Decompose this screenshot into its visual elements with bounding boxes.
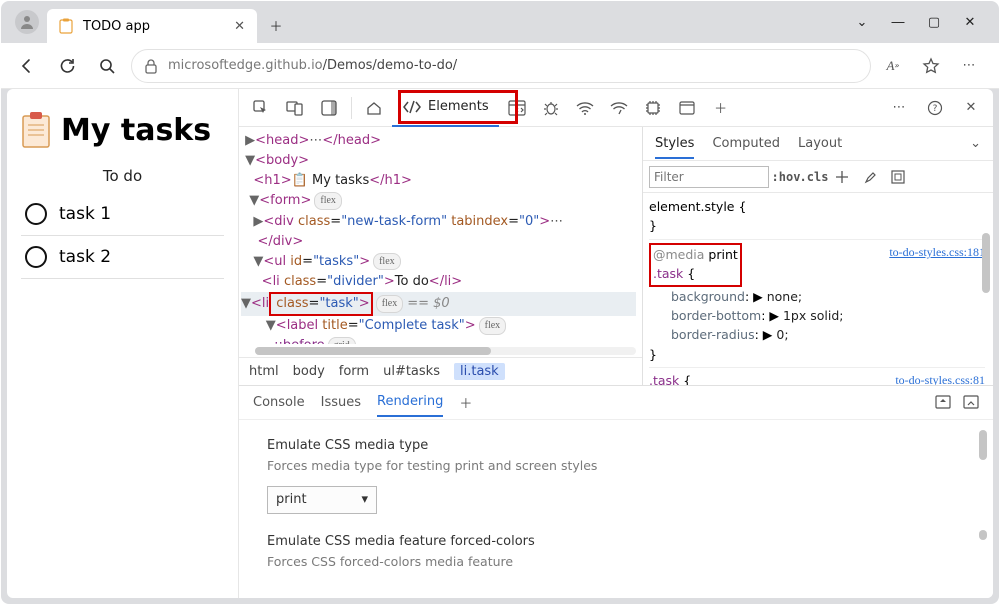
search-button[interactable] [91,50,123,82]
lock-icon [144,58,158,74]
add-tab-icon[interactable]: ＋ [705,94,737,122]
home-icon[interactable] [358,94,390,122]
expand-drawer-icon[interactable] [935,395,951,409]
svg-text:?: ? [933,104,938,114]
minimize-icon[interactable]: ― [889,15,907,30]
devtools-drawer: Console Issues Rendering ＋ Emulate CSS m… [239,385,993,599]
browser-tab[interactable]: TODO app ✕ [47,9,257,43]
new-tab-button[interactable]: ＋ [261,10,291,40]
devtools: Elements ＋ ⋯ ? ✕ [239,89,993,598]
rendered-page: My tasks To do task 1 task 2 [7,89,239,598]
tab-styles[interactable]: Styles [655,136,694,159]
close-icon[interactable]: ✕ [234,19,245,34]
task-label: task 1 [59,204,111,224]
tab-console[interactable]: Console [253,395,305,410]
chevron-down-icon: ▾ [361,490,368,510]
list-heading: To do [21,167,224,185]
breadcrumb[interactable]: html body form ul#tasks li.task [239,357,642,385]
inspect-icon[interactable] [245,94,277,122]
vertical-scrollbar[interactable] [981,233,991,363]
media-type-select[interactable]: print ▾ [267,486,377,514]
task-label: task 2 [59,247,111,267]
more-icon[interactable]: ⋯ [883,94,915,122]
source-link[interactable]: to-do-styles.css:81 [895,371,985,385]
back-button[interactable] [11,50,43,82]
bug-icon[interactable] [535,94,567,122]
dom-tree[interactable]: ▶<head>⋯</head> ▼<body> <h1>📋 My tasks</… [239,127,642,344]
new-rule-icon[interactable] [831,166,853,188]
rendering-panel: Emulate CSS media type Forces media type… [239,420,993,599]
sources-icon[interactable] [501,94,533,122]
browser-titlebar: TODO app ✕ ＋ ⌄ ― ▢ ✕ [1,1,999,43]
window-controls: ⌄ ― ▢ ✕ [853,15,993,30]
clipboard-icon [59,18,75,34]
styles-panel: Styles Computed Layout ⌄ :hov .cls [643,127,993,385]
cls-toggle[interactable]: .cls [803,166,825,188]
clipboard-icon [21,111,51,149]
chevron-down-icon[interactable]: ⌄ [970,136,981,151]
dock-drawer-icon[interactable] [963,395,979,409]
elements-tab[interactable]: Elements [392,89,499,127]
horizontal-scrollbar[interactable] [255,347,636,355]
performance-icon[interactable] [603,94,635,122]
tab-rendering[interactable]: Rendering [377,394,443,417]
devtools-toolbar: Elements ＋ ⋯ ? ✕ [239,89,993,127]
close-devtools-icon[interactable]: ✕ [955,94,987,122]
maximize-icon[interactable]: ▢ [925,15,943,30]
task-row[interactable]: task 2 [21,236,224,279]
tab-title: TODO app [83,19,150,34]
checkbox-icon[interactable] [25,203,47,225]
hov-toggle[interactable]: :hov [775,166,797,188]
dom-panel: ▶<head>⋯</head> ▼<body> <h1>📋 My tasks</… [239,127,643,385]
code-icon [402,99,422,115]
profile-avatar[interactable] [15,10,39,34]
styles-tabs: Styles Computed Layout ⌄ [643,127,993,161]
memory-icon[interactable] [637,94,669,122]
filter-input[interactable] [649,166,769,188]
checkbox-icon[interactable] [25,246,47,268]
read-aloud-icon[interactable]: A» [879,52,907,80]
refresh-button[interactable] [51,50,83,82]
vertical-scrollbar[interactable] [979,426,987,546]
page-title: My tasks [21,111,224,149]
css-rules[interactable]: element.style { } @media print .task { t… [643,193,993,385]
dock-icon[interactable] [313,94,345,122]
source-link[interactable]: to-do-styles.css:181 [889,243,985,262]
url-host: microsoftedge.github.io [168,58,323,73]
drawer-tabs: Console Issues Rendering ＋ [239,386,993,420]
application-icon[interactable] [671,94,703,122]
emulate-media-desc: Forces media type for testing print and … [267,457,965,476]
box-icon[interactable] [887,166,909,188]
url-input[interactable]: microsoftedge.github.io/Demos/demo-to-do… [131,49,871,83]
help-icon[interactable]: ? [919,94,951,122]
device-icon[interactable] [279,94,311,122]
emulate-media-title: Emulate CSS media type [267,436,965,456]
more-icon[interactable]: ⋯ [955,52,983,80]
tab-computed[interactable]: Computed [712,136,780,151]
add-tab-icon[interactable]: ＋ [459,393,472,412]
forced-colors-desc: Forces CSS forced-colors media feature [267,553,965,572]
url-path: /Demos/demo-to-do/ [323,58,458,73]
styles-toolbar: :hov .cls [643,161,993,193]
forced-colors-title: Emulate CSS media feature forced-colors [267,532,965,552]
close-window-icon[interactable]: ✕ [961,15,979,30]
tab-issues[interactable]: Issues [321,395,361,410]
address-bar: microsoftedge.github.io/Demos/demo-to-do… [1,43,999,89]
favorite-icon[interactable] [917,52,945,80]
task-row[interactable]: task 1 [21,193,224,236]
caret-down-icon[interactable]: ⌄ [853,15,871,30]
tab-layout[interactable]: Layout [798,136,842,151]
brush-icon[interactable] [859,166,881,188]
network-icon[interactable] [569,94,601,122]
